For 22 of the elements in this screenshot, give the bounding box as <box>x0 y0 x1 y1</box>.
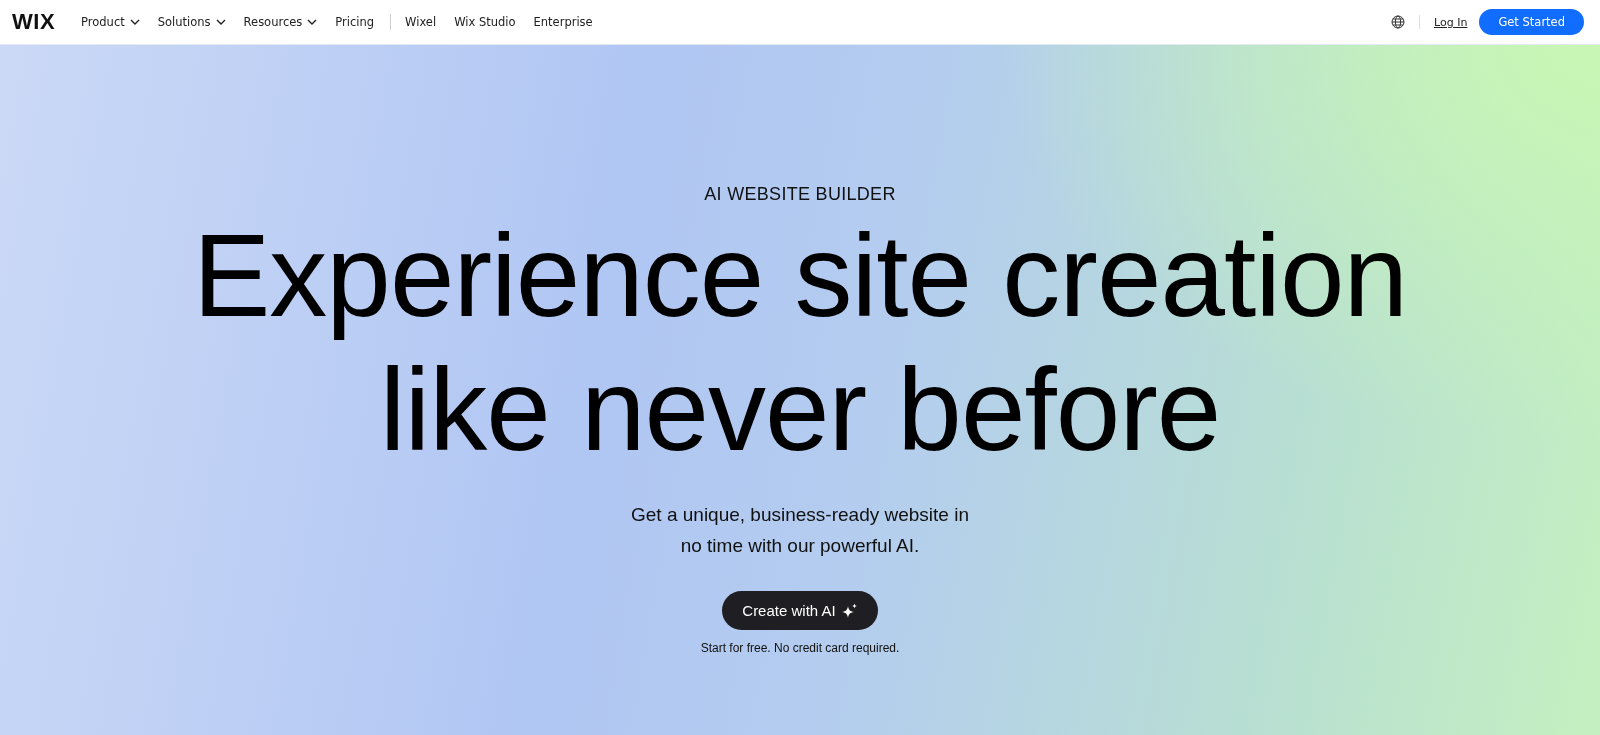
logo[interactable]: WIX <box>12 9 56 35</box>
nav-item[interactable]: Enterprise <box>533 15 593 29</box>
nav-item[interactable]: Wixel <box>405 15 437 29</box>
eyebrow-text: AI WEBSITE BUILDER <box>704 184 896 205</box>
nav-item[interactable]: Solutions <box>157 15 226 29</box>
nav-item[interactable]: Wix Studio <box>454 15 516 29</box>
headline: Experience site creation <box>193 210 1407 343</box>
globe-icon[interactable] <box>1391 15 1405 29</box>
chevron-down-icon <box>307 19 318 25</box>
headline: like never before <box>378 344 1222 477</box>
note-text: Start for free. No credit card required. <box>700 641 900 655</box>
subtitle: no time with our powerful AI. <box>679 534 921 558</box>
login-link[interactable]: Log In <box>1434 15 1468 29</box>
subtitle: Get a unique, business-ready website in <box>631 503 969 527</box>
chevron-down-icon <box>215 19 226 25</box>
get-started-button[interactable]: Get Started <box>1479 9 1584 35</box>
chevron-down-icon <box>129 19 140 25</box>
create-with-ai-button[interactable]: Create with AI <box>722 591 878 630</box>
nav-item[interactable]: Product <box>81 15 140 29</box>
sparkle-icon <box>841 602 858 619</box>
nav-item[interactable]: Resources <box>243 15 318 29</box>
nav-item[interactable]: Pricing <box>335 15 375 29</box>
